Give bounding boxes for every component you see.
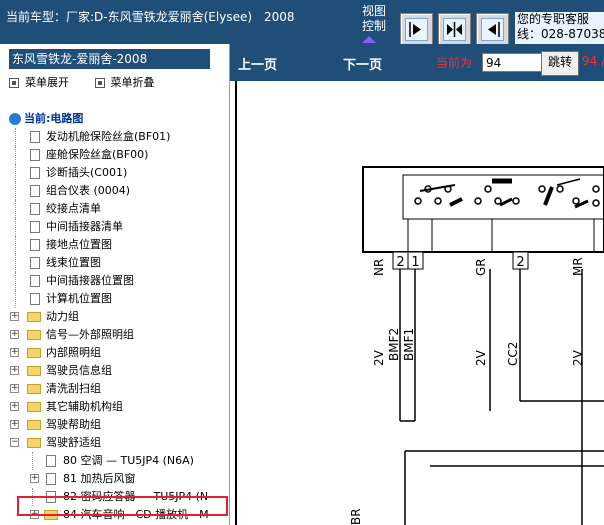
- viewer-toolbar: 上一页 下一页 当前为 跳转 94 /: [230, 44, 604, 81]
- wire-label: BMF2: [387, 328, 401, 361]
- single-page-right-button[interactable]: [400, 13, 433, 46]
- document-icon: [46, 473, 56, 485]
- document-icon: [30, 167, 40, 179]
- folder-icon: [27, 312, 41, 322]
- expand-plus-icon[interactable]: +: [10, 402, 19, 411]
- tree-group[interactable]: + 驾驶员信息组: [0, 362, 229, 380]
- wire-label: 2V: [571, 349, 585, 366]
- wire-label: MR: [571, 257, 585, 276]
- view-control-label: 视图 控制: [362, 4, 386, 43]
- tree-item[interactable]: 座舱保险丝盒(BF00): [0, 146, 229, 164]
- document-icon: [30, 203, 40, 215]
- expand-plus-icon[interactable]: +: [10, 384, 19, 393]
- folder-icon: [27, 366, 41, 376]
- document-icon: [30, 221, 40, 233]
- tree-item[interactable]: +81 加热后风窗: [0, 470, 229, 488]
- next-page-link[interactable]: 下一页: [343, 54, 382, 73]
- tree-group[interactable]: + 驾驶帮助组: [0, 416, 229, 434]
- tree-item[interactable]: 线束位置图: [0, 254, 229, 272]
- expand-plus-icon[interactable]: +: [10, 348, 19, 357]
- tree-item-selected[interactable]: 80 空调 — TU5JP4 (N6A): [0, 452, 229, 470]
- wire-label: BR: [349, 508, 363, 525]
- view-control-indicator-icon: [362, 36, 376, 43]
- tree-item[interactable]: 绞接点清单: [0, 200, 229, 218]
- expand-icon: [9, 78, 19, 88]
- tree-group[interactable]: − 驾驶舒适组: [0, 434, 229, 452]
- arrow-right-icon: [405, 18, 428, 41]
- folder-icon: [27, 420, 41, 430]
- folder-icon: [27, 348, 41, 358]
- current-page-label: 当前为: [436, 56, 473, 70]
- tree-item[interactable]: 计算机位置图: [0, 290, 229, 308]
- document-icon: [30, 257, 40, 269]
- tree-group[interactable]: + 清洗刮扫组: [0, 380, 229, 398]
- globe-icon: [9, 113, 21, 125]
- page-total: 94 /: [582, 54, 604, 68]
- current-vehicle-title: 当前车型：厂家:D-东风雪铁龙爱丽舍(Elysee) 2008: [6, 10, 295, 24]
- selection-highlight: [17, 496, 228, 516]
- jump-button[interactable]: 跳转: [541, 51, 579, 76]
- document-icon: [30, 149, 40, 161]
- folder-icon: [27, 330, 41, 340]
- document-icon: [30, 131, 40, 143]
- tree-panel: 东风雪铁龙-爱丽舍-2008 菜单展开 菜单折叠 当前:电路图 发动机舱保险丝盒…: [0, 44, 230, 525]
- tree-root[interactable]: 当前:电路图: [9, 110, 83, 126]
- wire-label: GR: [474, 258, 488, 276]
- document-icon: [30, 239, 40, 251]
- tree-group[interactable]: + 动力组: [0, 308, 229, 326]
- tree-item[interactable]: 接地点位置图: [0, 236, 229, 254]
- wire-label: 2V: [372, 349, 386, 366]
- folder-open-icon: [27, 438, 41, 448]
- fit-both-button[interactable]: [438, 13, 471, 46]
- single-page-left-button[interactable]: [476, 13, 509, 46]
- tree-group[interactable]: + 信号—外部照明组: [0, 326, 229, 344]
- customer-service-info: 您的专职客服 线：028-870387: [515, 12, 604, 44]
- pin-label: 2: [396, 255, 404, 270]
- prev-page-link[interactable]: 上一页: [238, 54, 277, 73]
- wire-label: 2V: [474, 349, 488, 366]
- tree-group[interactable]: + 其它辅助机构组: [0, 398, 229, 416]
- wiring-diagram[interactable]: 2 1 2 NR GR MR 2V BMF2 BMF1 2V CC2 2V BR: [230, 81, 604, 525]
- folder-icon: [27, 384, 41, 394]
- pin-label: 2: [516, 255, 524, 270]
- wire-label: CC2: [506, 342, 520, 366]
- arrow-left-icon: [481, 18, 504, 41]
- document-icon: [30, 185, 40, 197]
- collapse-icon: [94, 78, 105, 88]
- pin-label: 1: [411, 255, 419, 270]
- tree-group[interactable]: + 内部照明组: [0, 344, 229, 362]
- tree-item[interactable]: 中间插接器清单: [0, 218, 229, 236]
- tree-item[interactable]: 中间插接器位置图: [0, 272, 229, 290]
- tree-item[interactable]: 诊断插头(C001): [0, 164, 229, 182]
- collapse-minus-icon[interactable]: −: [10, 438, 19, 447]
- document-icon: [46, 455, 56, 467]
- expand-plus-icon[interactable]: +: [30, 474, 39, 483]
- document-icon: [30, 275, 40, 287]
- collapse-menu-button[interactable]: 菜单折叠: [94, 76, 155, 89]
- expand-plus-icon[interactable]: +: [10, 330, 19, 339]
- wire-label: BMF1: [402, 328, 416, 361]
- top-bar: 当前车型：厂家:D-东风雪铁龙爱丽舍(Elysee) 2008 视图 控制 您的…: [0, 0, 604, 46]
- expand-menu-button[interactable]: 菜单展开: [9, 76, 69, 89]
- expand-plus-icon[interactable]: +: [10, 366, 19, 375]
- tree-item[interactable]: 组合仪表 (0004): [0, 182, 229, 200]
- wire-label: NR: [372, 259, 386, 276]
- expand-plus-icon[interactable]: +: [10, 312, 19, 321]
- tree-item[interactable]: 发动机舱保险丝盒(BF01): [0, 128, 229, 146]
- expand-plus-icon[interactable]: +: [10, 420, 19, 429]
- arrows-inward-icon: [443, 18, 466, 41]
- diagram-viewer: 上一页 下一页 当前为 跳转 94 / 2: [230, 44, 604, 525]
- document-icon: [30, 293, 40, 305]
- tree-panel-header: 东风雪铁龙-爱丽舍-2008: [9, 49, 210, 69]
- menu-actions: 菜单展开 菜单折叠: [9, 74, 177, 90]
- folder-icon: [27, 402, 41, 412]
